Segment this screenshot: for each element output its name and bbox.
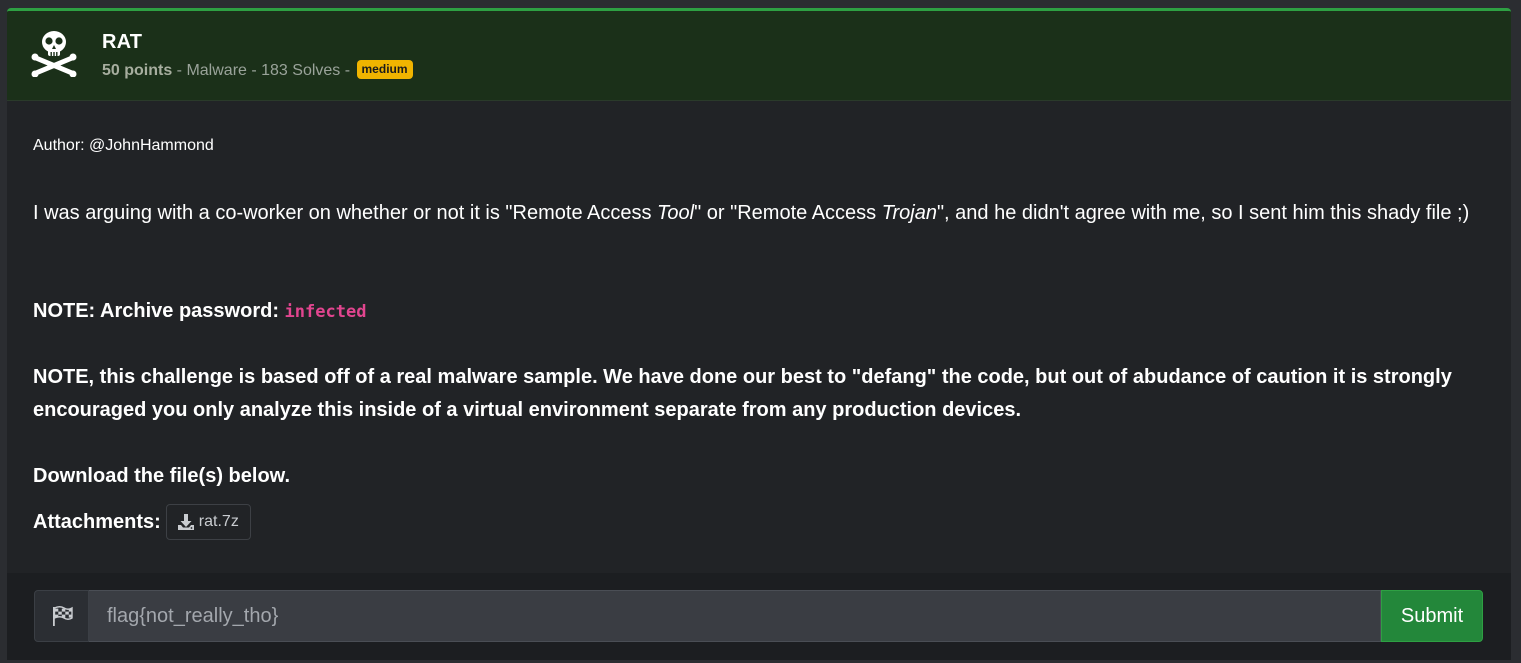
description-text: " or "Remote Access — [694, 202, 882, 224]
flag-input[interactable] — [89, 590, 1381, 642]
challenge-description: I was arguing with a co-worker on whethe… — [33, 197, 1493, 230]
attachment-rat-7z-link[interactable]: rat.7z — [165, 504, 251, 540]
description-emphasis-trojan: Trojan — [881, 202, 937, 224]
skull-crossbones-icon — [31, 31, 77, 77]
challenge-title: RAT — [102, 31, 143, 53]
archive-password-code: infected — [284, 302, 367, 322]
archive-password-label: NOTE: Archive password: — [33, 300, 285, 322]
description-emphasis-tool: Tool — [657, 202, 695, 224]
checkered-flag-icon — [52, 606, 73, 626]
flag-addon — [34, 590, 89, 642]
attachments-row: Attachments: rat.7z — [33, 504, 251, 540]
challenge-author: Author: @JohnHammond — [33, 137, 214, 154]
attachment-filename: rat.7z — [198, 513, 239, 530]
flag-submit-footer: Submit — [7, 573, 1511, 660]
archive-password-note: NOTE: Archive password: infected — [33, 295, 1493, 329]
flag-input-group: Submit — [34, 590, 1483, 642]
description-text: I was arguing with a co-worker on whethe… — [33, 202, 658, 224]
challenge-meta: 50 points - Malware - 183 Solves - mediu… — [102, 60, 413, 80]
download-icon — [177, 514, 194, 530]
difficulty-badge: medium — [356, 60, 413, 79]
attachments-label: Attachments: — [33, 510, 161, 533]
description-text: ", and he didn't agree with me, so I sen… — [936, 202, 1470, 224]
malware-warning-note: NOTE, this challenge is based off of a r… — [33, 366, 1452, 421]
challenge-header: RAT 50 points - Malware - 183 Solves - m… — [7, 11, 1511, 101]
download-instruction: Download the file(s) below. — [33, 465, 291, 487]
challenge-card: RAT 50 points - Malware - 183 Solves - m… — [7, 8, 1511, 660]
challenge-points: 50 points — [102, 62, 173, 79]
submit-button[interactable]: Submit — [1381, 590, 1483, 642]
challenge-meta-info: - Malware - 183 Solves - — [172, 62, 355, 79]
